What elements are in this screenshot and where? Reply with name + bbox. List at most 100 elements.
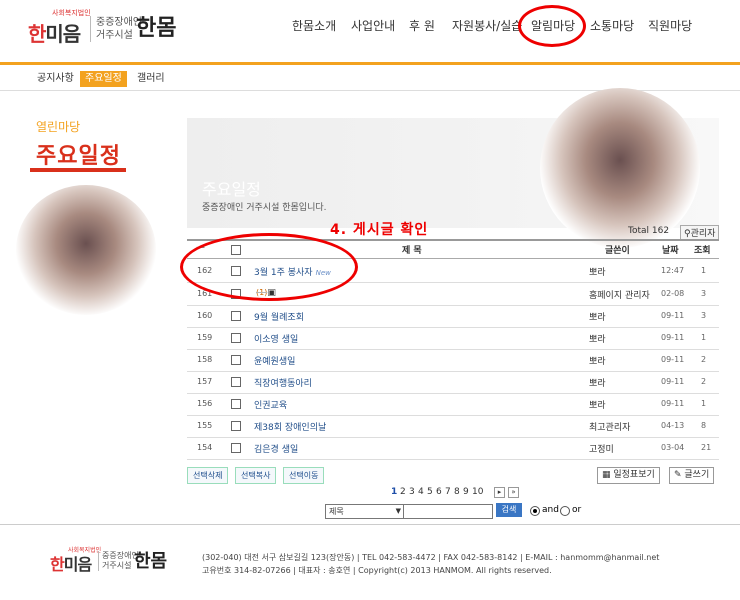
row-writer: 뽀라 bbox=[589, 268, 606, 278]
footer-address: (302-040) 대전 서구 삼보길길 123(장안동) | TEL 042-… bbox=[202, 553, 660, 562]
row-writer: 뽀라 bbox=[589, 401, 606, 411]
row-views: 2 bbox=[701, 377, 707, 386]
row-date: 04-13 bbox=[661, 421, 685, 430]
row-date: 09-11 bbox=[661, 399, 685, 408]
row-date: 02-08 bbox=[661, 289, 685, 298]
page-link[interactable]: 6 bbox=[436, 487, 442, 497]
write-button[interactable]: ✎ 글쓰기 bbox=[669, 467, 715, 484]
row-number: 155 bbox=[197, 421, 213, 430]
subnav-item-notices[interactable]: 공지사항 bbox=[32, 71, 79, 87]
row-views: 1 bbox=[701, 399, 707, 408]
page-link[interactable]: 1 bbox=[391, 487, 397, 497]
row-checkbox[interactable] bbox=[231, 311, 241, 321]
row-title-link[interactable]: 윤예원생일 bbox=[254, 354, 295, 367]
page-link[interactable]: 10 bbox=[472, 487, 483, 497]
row-views: 21 bbox=[701, 443, 712, 452]
page-link[interactable]: 7 bbox=[445, 487, 451, 497]
row-number: 156 bbox=[197, 399, 213, 408]
row-number: 154 bbox=[197, 443, 213, 452]
section-title: 주요일정 bbox=[36, 144, 121, 169]
logo-brand-text: 한몸 bbox=[136, 16, 177, 41]
row-writer: 뽀라 bbox=[589, 357, 606, 367]
nav-item-staff[interactable]: 직원마당 bbox=[648, 17, 692, 34]
table-row[interactable]: 154 김은경 생일 고정미 03-04 21 bbox=[187, 437, 719, 460]
table-row[interactable]: 159 이소영 생일 뽀라 09-11 1 bbox=[187, 327, 719, 350]
row-title-link[interactable]: 이소영 생일 bbox=[254, 332, 298, 345]
page-link[interactable]: 3 bbox=[409, 487, 415, 497]
row-title-link[interactable]: 김은경 생일 bbox=[254, 442, 298, 455]
row-checkbox[interactable] bbox=[231, 399, 241, 409]
subnav-item-schedule[interactable]: 주요일정 bbox=[80, 71, 127, 87]
row-checkbox[interactable] bbox=[231, 443, 241, 453]
admin-icon: ⚲ bbox=[684, 229, 691, 239]
table-row[interactable]: 158 윤예원생일 뽀라 09-11 2 bbox=[187, 349, 719, 372]
logo-org-label: 사회복지법인 bbox=[52, 9, 91, 17]
table-row[interactable]: 155 제38회 장애인의날 최고관리자 04-13 8 bbox=[187, 415, 719, 438]
footer-logo-sub: 중증장애인 거주시설 bbox=[98, 551, 139, 571]
page-link[interactable]: 5 bbox=[427, 487, 433, 497]
search-field-select[interactable]: 제목 ▼ bbox=[325, 504, 404, 519]
row-number: 160 bbox=[197, 311, 213, 320]
nav-item-volunteer[interactable]: 자원봉사/실습 bbox=[452, 17, 522, 34]
footer-divider bbox=[0, 524, 740, 525]
row-title-link[interactable]: 제38회 장애인의날 bbox=[254, 420, 326, 433]
move-selected-button[interactable]: 선택이동 bbox=[283, 467, 325, 484]
subnav-item-gallery[interactable]: 갤러리 bbox=[132, 71, 170, 87]
row-writer: 뽀라 bbox=[589, 313, 606, 323]
row-title-link[interactable]: 9월 월례조회 bbox=[254, 310, 304, 323]
table-row[interactable]: 156 인권교육 뽀라 09-11 1 bbox=[187, 393, 719, 416]
page-link[interactable]: 8 bbox=[454, 487, 460, 497]
row-title-link[interactable]: 인권교육 bbox=[254, 398, 287, 411]
or-radio[interactable] bbox=[560, 506, 570, 516]
row-date: 09-11 bbox=[661, 333, 685, 342]
row-views: 8 bbox=[701, 421, 707, 430]
row-views: 3 bbox=[701, 311, 707, 320]
row-writer: 홈페이지 관리자 bbox=[589, 291, 650, 301]
banner-title: 주요일정 bbox=[202, 180, 261, 199]
and-label: and bbox=[542, 505, 559, 515]
banner-description: 중증장애인 거주시설 한몸입니다. bbox=[202, 203, 327, 213]
admin-button[interactable]: ⚲관리자 bbox=[680, 225, 720, 240]
row-checkbox[interactable] bbox=[231, 333, 241, 343]
row-title-link[interactable]: 직장여행동아리 bbox=[254, 376, 312, 389]
next-page-icon[interactable]: ▸ bbox=[494, 487, 505, 498]
delete-selected-button[interactable]: 선택삭제 bbox=[187, 467, 229, 484]
page-link[interactable]: 4 bbox=[418, 487, 424, 497]
row-checkbox[interactable] bbox=[231, 377, 241, 387]
nav-item-about[interactable]: 한몸소개 bbox=[292, 17, 336, 34]
section-category: 열린마당 bbox=[36, 120, 81, 134]
header-divider bbox=[0, 62, 740, 65]
row-date: 03-04 bbox=[661, 443, 685, 452]
copy-selected-button[interactable]: 선택복사 bbox=[235, 467, 277, 484]
footer-logo-brand: 한몸 bbox=[134, 551, 168, 572]
nav-item-support[interactable]: 후 원 bbox=[409, 17, 435, 34]
or-label: or bbox=[572, 505, 582, 515]
site-logo[interactable]: 사회복지법인 한미음 중증장애인 거주시설 한몸 bbox=[28, 6, 188, 46]
nav-item-business[interactable]: 사업안내 bbox=[351, 17, 395, 34]
row-number: 158 bbox=[197, 355, 213, 364]
row-checkbox[interactable] bbox=[231, 421, 241, 431]
row-views: 3 bbox=[701, 289, 707, 298]
row-writer: 뽀라 bbox=[589, 379, 606, 389]
page-link[interactable]: 9 bbox=[463, 487, 469, 497]
table-row[interactable]: 160 9월 월례조회 뽀라 09-11 3 bbox=[187, 305, 719, 328]
search-input[interactable] bbox=[403, 504, 493, 519]
and-radio[interactable] bbox=[530, 506, 540, 516]
header-date: 날짜 bbox=[662, 246, 679, 256]
row-writer: 최고관리자 bbox=[589, 423, 631, 433]
highlight-circle-nav bbox=[518, 5, 586, 47]
page-link[interactable]: 2 bbox=[400, 487, 406, 497]
row-checkbox[interactable] bbox=[231, 355, 241, 365]
nav-item-community[interactable]: 소통마당 bbox=[590, 17, 634, 34]
row-date: 12:47 bbox=[661, 266, 685, 275]
last-page-icon[interactable]: » bbox=[508, 487, 519, 498]
calendar-view-button[interactable]: ▦ 일정표보기 bbox=[597, 467, 660, 484]
row-writer: 뽀라 bbox=[589, 335, 606, 345]
header-views: 조회 bbox=[694, 246, 711, 256]
table-row[interactable]: 157 직장여행동아리 뽀라 09-11 2 bbox=[187, 371, 719, 394]
row-date: 09-11 bbox=[661, 377, 685, 386]
search-button[interactable]: 검색 bbox=[496, 503, 522, 517]
annotation-step-label: 4. 게시글 확인 bbox=[330, 222, 429, 238]
banner-photo bbox=[540, 88, 700, 248]
footer-logo-main: 한미음 bbox=[50, 555, 92, 574]
